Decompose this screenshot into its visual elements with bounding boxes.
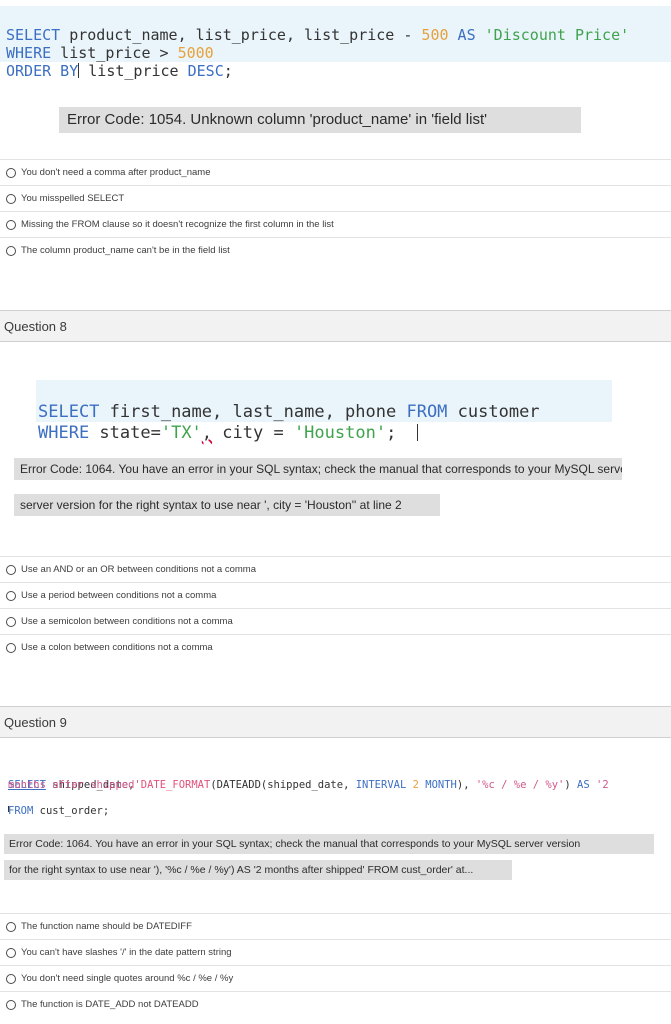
- option-label: The function name should be DATEDIFF: [21, 921, 192, 932]
- sql-keyword: WHERE: [38, 423, 90, 443]
- radio-button[interactable]: [6, 219, 16, 230]
- radio-button[interactable]: [6, 193, 16, 204]
- sql-number: 500: [421, 26, 449, 44]
- sql-text: ;: [386, 423, 397, 443]
- text-cursor: [8, 806, 9, 812]
- radio-button[interactable]: [6, 642, 16, 653]
- sql-text: list_price: [79, 62, 188, 80]
- sql-string: 'TX': [160, 423, 202, 443]
- radio-button[interactable]: [6, 616, 16, 627]
- sql-keyword: INTERVAL: [355, 779, 407, 791]
- q9-code-line-3: FROM cust_order;: [8, 792, 109, 818]
- q8-code-line-2: WHERE state='TX', city = 'Houston';: [38, 402, 418, 444]
- radio-button[interactable]: [6, 921, 16, 932]
- option-label: Use a period between conditions not a co…: [21, 590, 217, 601]
- sql-string: '%c / %e / %y': [475, 779, 565, 791]
- q9-option-2[interactable]: You can't have slashes '/' in the date p…: [0, 939, 671, 965]
- q9-option-4[interactable]: The function is DATE_ADD not DATEADD: [0, 991, 671, 1017]
- q7-options: You don't need a comma after product_nam…: [0, 159, 671, 263]
- option-label: You misspelled SELECT: [21, 193, 125, 204]
- question-title: Question 9: [4, 714, 67, 730]
- radio-button[interactable]: [6, 167, 16, 178]
- question-9-header: Question 9: [0, 706, 671, 738]
- q9-error-line-2: for the right syntax to use near '), '%c…: [4, 860, 512, 880]
- radio-button[interactable]: [6, 245, 16, 256]
- sql-keyword: DESC: [187, 62, 224, 80]
- radio-button[interactable]: [6, 564, 16, 575]
- option-label: Use a colon between conditions not a com…: [21, 642, 213, 653]
- radio-button[interactable]: [6, 973, 16, 984]
- radio-button[interactable]: [6, 999, 16, 1010]
- q7-code-line-3: ORDER BY list_price DESC;: [6, 44, 233, 80]
- option-label: Missing the FROM clause so it doesn't re…: [21, 219, 334, 230]
- q9-option-3[interactable]: You don't need single quotes around %c /…: [0, 965, 671, 991]
- sql-keyword: AS: [577, 779, 590, 791]
- q8-error-line-1: Error Code: 1064. You have an error in y…: [14, 458, 622, 480]
- q7-option-1[interactable]: You don't need a comma after product_nam…: [0, 159, 671, 185]
- q7-error-message: Error Code: 1054. Unknown column 'produc…: [59, 107, 581, 133]
- sql-keyword: MONTH: [425, 779, 457, 791]
- q9-option-1[interactable]: The function name should be DATEDIFF: [0, 913, 671, 939]
- question-8-header: Question 8: [0, 310, 671, 342]
- q8-options: Use an AND or an OR between conditions n…: [0, 556, 671, 660]
- q9-options: The function name should be DATEDIFF You…: [0, 913, 671, 1017]
- sql-text: (DATEADD(shipped_date,: [210, 779, 356, 791]
- sql-function: DATE_FORMAT: [140, 779, 211, 791]
- sql-number: 2: [406, 779, 426, 791]
- sql-text: ),: [456, 779, 476, 791]
- option-label: The column product_name can't be in the …: [21, 245, 230, 256]
- q8-option-1[interactable]: Use an AND or an OR between conditions n…: [0, 556, 671, 582]
- syntax-error-marker: ,: [201, 423, 213, 443]
- text-cursor: [416, 424, 418, 441]
- q7-option-3[interactable]: Missing the FROM clause so it doesn't re…: [0, 211, 671, 237]
- q8-option-2[interactable]: Use a period between conditions not a co…: [0, 582, 671, 608]
- q8-error-line-2: server version for the right syntax to u…: [14, 494, 440, 516]
- q7-option-4[interactable]: The column product_name can't be in the …: [0, 237, 671, 263]
- sql-string: 'Discount Price': [484, 26, 630, 44]
- sql-keyword: ORDER BY: [6, 62, 79, 80]
- sql-text: state=: [89, 423, 161, 443]
- sql-string: '2: [589, 779, 609, 791]
- sql-text: city =: [212, 423, 294, 443]
- option-label: Use a semicolon between conditions not a…: [21, 616, 233, 627]
- sql-keyword: AS: [448, 26, 485, 44]
- radio-button[interactable]: [6, 947, 16, 958]
- question-title: Question 8: [4, 318, 67, 334]
- q9-code-line-2: months after shipped': [8, 779, 141, 791]
- option-label: You don't need single quotes around %c /…: [21, 973, 234, 984]
- sql-text: ;: [223, 62, 233, 80]
- sql-keyword: FROM: [8, 805, 34, 817]
- sql-text: cust_order;: [33, 805, 110, 817]
- sql-text: customer: [447, 402, 540, 422]
- sql-text: ): [564, 779, 578, 791]
- option-label: Use an AND or an OR between conditions n…: [21, 564, 256, 575]
- q7-option-2[interactable]: You misspelled SELECT: [0, 185, 671, 211]
- sql-string: 'Houston': [293, 423, 387, 443]
- q9-error-line-1: Error Code: 1064. You have an error in y…: [4, 834, 654, 854]
- option-label: The function is DATE_ADD not DATEADD: [21, 999, 199, 1010]
- q8-option-3[interactable]: Use a semicolon between conditions not a…: [0, 608, 671, 634]
- radio-button[interactable]: [6, 590, 16, 601]
- option-label: You can't have slashes '/' in the date p…: [21, 947, 232, 958]
- q8-option-4[interactable]: Use a colon between conditions not a com…: [0, 634, 671, 660]
- option-label: You don't need a comma after product_nam…: [21, 167, 211, 178]
